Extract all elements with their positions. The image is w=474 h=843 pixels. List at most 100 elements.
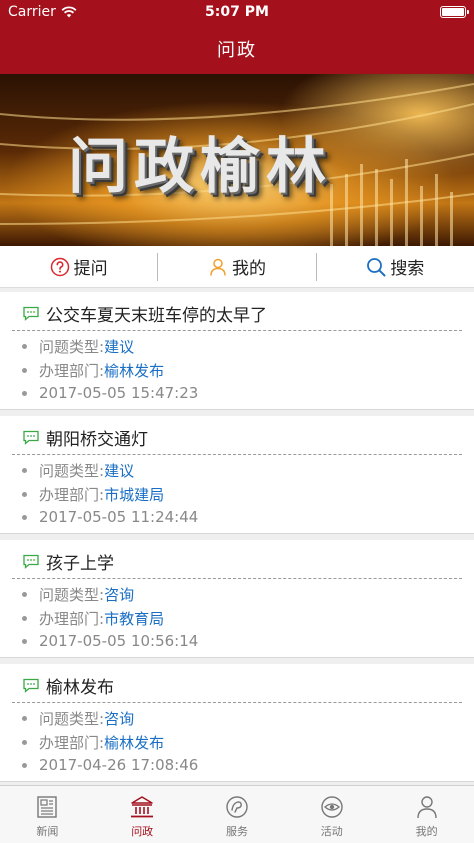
page-title: 问政 [217,40,257,61]
question-type-label: 问题类型: [39,462,105,480]
timestamp-row: 2017-05-05 15:47:23 [22,384,198,402]
question-title: 朝阳桥交通灯 [22,425,148,450]
divider [12,330,462,331]
bullet [22,616,27,621]
list-item[interactable]: 公交车夏天末班车停的太早了 问题类型: 建议 办理部门: 榆林发布 2017-0… [0,292,474,410]
status-bar: Carrier 5:07 PM [0,0,474,24]
bullet [22,716,27,721]
person-icon [416,796,437,819]
tab-mine[interactable]: 我的 [379,786,474,843]
timestamp-row: 2017-04-26 17:08:46 [22,756,198,774]
tab-wenzheng-label: 问政 [131,825,154,838]
question-title: 孩子上学 [22,549,114,574]
newspaper-icon [37,796,58,818]
question-list: 公交车夏天末班车停的太早了 问题类型: 建议 办理部门: 榆林发布 2017-0… [0,292,474,788]
department-label: 办理部门: [39,734,105,752]
question-type-row: 问题类型: 建议 [22,460,134,481]
divider [12,702,462,703]
question-type-value[interactable]: 建议 [104,460,134,481]
question-title-text: 孩子上学 [46,554,114,574]
list-item[interactable]: 朝阳桥交通灯 问题类型: 建议 办理部门: 市城建局 2017-05-05 11… [0,416,474,534]
question-type-label: 问题类型: [39,586,105,604]
question-title-text: 朝阳桥交通灯 [46,430,148,450]
bullet [22,390,27,396]
ask-question-label: 提问 [73,259,108,279]
header: Carrier 5:07 PM 问政 [0,0,474,74]
question-type-label: 问题类型: [39,338,105,356]
question-type-label: 问题类型: [39,710,105,728]
department-row: 办理部门: 市教育局 [22,608,164,629]
question-title: 榆林发布 [22,673,114,698]
chat-bubble-icon [23,306,39,321]
question-title-text: 公交车夏天末班车停的太早了 [46,306,267,326]
timestamp-row: 2017-05-05 11:24:44 [22,508,198,526]
department-label: 办理部门: [39,362,105,380]
bullet [22,514,27,520]
department-label: 办理部门: [39,610,105,628]
bullet [22,762,27,768]
tab-wenzheng[interactable]: 问政 [95,786,190,843]
battery-icon [440,6,469,18]
question-type-value[interactable]: 咨询 [104,584,134,605]
department-label: 办理部门: [39,486,105,504]
ask-question-button[interactable]: 提问 [0,253,157,281]
list-item[interactable]: 榆林发布 问题类型: 咨询 办理部门: 榆林发布 2017-04-26 17:0… [0,664,474,782]
timestamp: 2017-05-05 11:24:44 [39,508,199,526]
search-button[interactable]: 搜索 [315,252,474,281]
list-item[interactable]: 孩子上学 问题类型: 咨询 办理部门: 市教育局 2017-05-05 10:5… [0,540,474,658]
bullet [22,344,27,349]
tab-news-label: 新闻 [36,825,59,838]
banner-title: 问政榆林 [68,132,332,202]
bullet [22,368,27,373]
battery-fill [442,8,464,16]
bullet [22,638,27,644]
question-type-row: 问题类型: 建议 [22,336,134,357]
question-type-row: 问题类型: 咨询 [22,584,134,605]
tab-mine-label: 我的 [415,825,438,838]
timestamp-row: 2017-05-05 10:56:14 [22,632,198,650]
department-value[interactable]: 市城建局 [104,484,164,505]
service-icon [226,796,248,818]
search-icon [367,257,386,276]
department-row: 办理部门: 榆林发布 [22,732,164,753]
app-root: Carrier 5:07 PM 问政 问政榆林 提问 我的 搜索 公交车夏天末班… [0,0,474,843]
question-type-row: 问题类型: 咨询 [22,708,134,729]
chat-bubble-icon [23,430,39,445]
tab-service[interactable]: 服务 [190,786,285,843]
timestamp: 2017-05-05 15:47:23 [39,384,199,402]
department-value[interactable]: 榆林发布 [104,360,164,381]
search-label: 搜索 [390,259,425,279]
banner-image[interactable]: 问政榆林 [0,74,474,246]
timestamp: 2017-05-05 10:56:14 [39,632,199,650]
timestamp: 2017-04-26 17:08:46 [39,756,199,774]
department-row: 办理部门: 市城建局 [22,484,164,505]
divider [12,578,462,579]
bullet [22,468,27,473]
eye-icon [321,796,343,818]
government-building-icon [131,796,154,818]
question-type-value[interactable]: 建议 [104,336,134,357]
my-questions-label: 我的 [231,259,266,279]
question-title-text: 榆林发布 [46,678,114,698]
tab-service-label: 服务 [225,825,248,838]
status-time: 5:07 PM [205,4,269,20]
question-circle-icon [50,257,69,276]
department-value[interactable]: 市教育局 [104,608,164,629]
bullet [22,740,27,745]
tab-activity-label: 活动 [320,825,343,838]
person-icon [210,258,226,276]
bullet [22,492,27,497]
chat-bubble-icon [23,678,39,693]
tab-bar: 新闻 问政 服务 活动 我的 [0,785,474,843]
bullet [22,592,27,597]
my-questions-button[interactable]: 我的 [157,252,315,281]
action-bar: 提问 我的 搜索 [0,246,474,288]
tab-activity[interactable]: 活动 [284,786,379,843]
question-type-value[interactable]: 咨询 [104,708,134,729]
question-title: 公交车夏天末班车停的太早了 [22,301,267,326]
department-value[interactable]: 榆林发布 [104,732,164,753]
tab-news[interactable]: 新闻 [0,786,95,843]
chat-bubble-icon [23,554,39,569]
department-row: 办理部门: 榆林发布 [22,360,164,381]
divider [12,454,462,455]
